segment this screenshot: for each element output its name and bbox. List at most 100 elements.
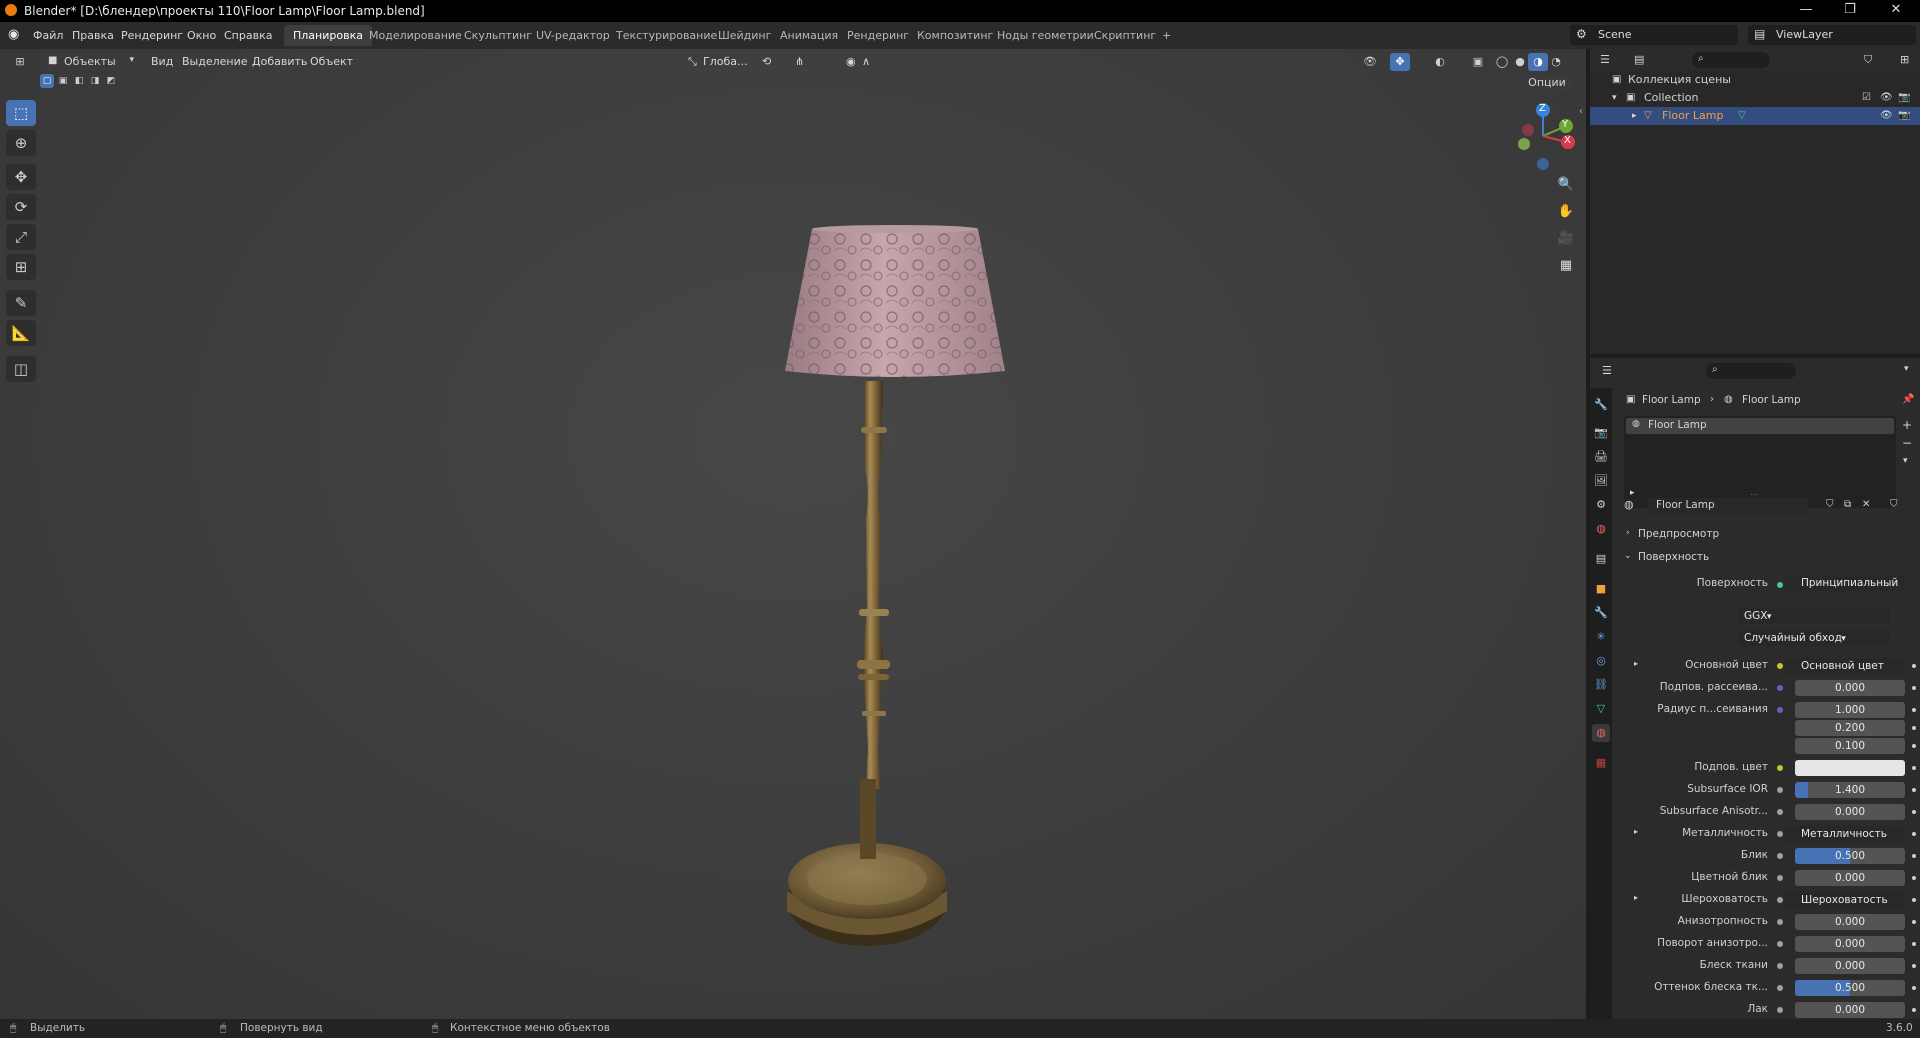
value-slider[interactable]: 0.000 [1795, 914, 1905, 930]
value-slider[interactable]: 0.000 [1795, 1002, 1905, 1018]
unlink-icon[interactable]: ✕ [1862, 499, 1870, 510]
view-layer-selector[interactable]: ViewLayer [1748, 25, 1916, 45]
select-invert-icon[interactable]: ◨ [88, 74, 102, 88]
add-slot-icon[interactable]: + [1902, 418, 1912, 432]
pivot-icon[interactable]: ⟲ [762, 55, 771, 68]
filter-icon[interactable]: ⛉ [1890, 499, 1898, 510]
keyframe-dot-icon[interactable] [1912, 854, 1916, 858]
keyframe-dot-icon[interactable] [1912, 744, 1916, 748]
properties-search[interactable]: ⌕ [1706, 363, 1796, 379]
input-socket-icon[interactable] [1777, 875, 1783, 881]
material-preview-shading-icon[interactable]: ◑ [1528, 53, 1548, 71]
linked-input-field[interactable]: Шероховатость [1785, 892, 1905, 908]
properties-editor-icon[interactable]: ☰ [1602, 364, 1612, 377]
wireframe-shading-icon[interactable]: ◯ [1492, 53, 1512, 71]
fake-user-shield-icon[interactable]: ⛉ [1826, 499, 1834, 510]
eye-icon[interactable]: 👁 [1880, 89, 1893, 107]
solid-shading-icon[interactable]: ● [1510, 53, 1530, 71]
blender-menu-icon[interactable]: ◉ [8, 27, 19, 42]
chevron-down-icon[interactable]: ▾ [1904, 364, 1909, 374]
surface-shader-field[interactable]: Принципиальный BSDF [1785, 575, 1905, 591]
cursor-tool[interactable]: ⊕ [6, 130, 36, 156]
keyframe-dot-icon[interactable] [1912, 898, 1916, 902]
zoom-icon[interactable]: 🔍 [1554, 174, 1578, 196]
view-layer-tab-icon[interactable]: 🖼 [1592, 472, 1610, 490]
input-socket-icon[interactable] [1777, 919, 1783, 925]
input-socket-icon[interactable] [1777, 831, 1783, 837]
outliner-search[interactable]: ⌕ [1692, 52, 1770, 68]
xray-icon[interactable]: ▣ [1468, 53, 1488, 71]
menu-add[interactable]: Добавить [252, 55, 307, 68]
remove-slot-icon[interactable]: − [1902, 436, 1912, 450]
keyframe-dot-icon[interactable] [1912, 942, 1916, 946]
proportional-edit-icon[interactable]: ◉ [846, 55, 856, 68]
chevron-down-icon[interactable]: ▾ [1903, 456, 1908, 466]
new-collection-icon[interactable]: ⊞ [1900, 53, 1909, 66]
transform-tool[interactable]: ⊞ [6, 254, 36, 280]
input-socket-icon[interactable] [1777, 685, 1783, 691]
camera-view-icon[interactable]: 🎥 [1554, 228, 1578, 250]
outliner-editor-icon[interactable]: ☰ [1600, 53, 1610, 66]
value-slider[interactable]: 0.000 [1795, 958, 1905, 974]
keyframe-dot-icon[interactable] [1912, 964, 1916, 968]
input-socket-icon[interactable] [1777, 707, 1783, 713]
physics-tab-icon[interactable]: ◎ [1592, 652, 1610, 670]
output-tab-icon[interactable]: 🖨 [1592, 448, 1610, 466]
color-swatch[interactable] [1795, 760, 1905, 776]
collection-tab-icon[interactable]: ▤ [1592, 550, 1610, 568]
transform-orientation[interactable]: Глоба... [703, 55, 747, 68]
sidebar-toggle-icon[interactable]: ‹ [1579, 106, 1583, 117]
world-tab-icon[interactable]: ◍ [1592, 520, 1610, 538]
material-browse-icon[interactable]: ◍ [1624, 498, 1634, 511]
keyframe-dot-icon[interactable] [1912, 726, 1916, 730]
overlays-icon[interactable]: ◐ [1430, 53, 1450, 71]
input-socket-icon[interactable] [1777, 787, 1783, 793]
scene-tab-icon[interactable]: ⚙ [1592, 496, 1610, 514]
keyframe-dot-icon[interactable] [1912, 920, 1916, 924]
tool-tab-icon[interactable]: 🔧 [1592, 396, 1610, 414]
move-tool[interactable]: ✥ [6, 164, 36, 190]
perspective-grid-icon[interactable]: ▦ [1554, 255, 1578, 277]
menu-edit[interactable]: Правка [72, 29, 114, 42]
options-button[interactable]: Опции [1522, 75, 1572, 91]
mode-selector[interactable]: ■ Объекты ▾ [42, 53, 140, 71]
subsurface-method-dropdown[interactable]: Случайный обход ▾ [1738, 630, 1890, 646]
expand-right-icon[interactable]: › [1626, 528, 1630, 538]
input-socket-icon[interactable] [1777, 809, 1783, 815]
falloff-icon[interactable]: ∧ [862, 55, 870, 68]
value-slider[interactable]: 1.000 [1795, 702, 1905, 718]
modifier-tab-icon[interactable]: 🔧 [1592, 604, 1610, 622]
data-tab-icon[interactable]: ▽ [1592, 700, 1610, 718]
value-slider[interactable]: 0.000 [1795, 870, 1905, 886]
linked-input-field[interactable]: Основной цвет [1785, 658, 1905, 674]
input-socket-icon[interactable] [1777, 1007, 1783, 1013]
input-socket-icon[interactable] [1777, 663, 1783, 669]
rotate-tool[interactable]: ⟳ [6, 194, 36, 220]
annotate-tool[interactable]: ✎ [6, 290, 36, 316]
outliner-row-scene-collection[interactable]: ▣ Коллекция сцены [1590, 71, 1920, 89]
keyframe-dot-icon[interactable] [1912, 832, 1916, 836]
workspace-tab-layout[interactable]: Планировка [284, 25, 372, 46]
input-socket-icon[interactable] [1777, 765, 1783, 771]
restore-button[interactable]: ❐ [1832, 2, 1868, 17]
snap-icon[interactable]: ⋔ [795, 55, 804, 68]
material-name-field[interactable]: Floor Lamp [1648, 498, 1808, 514]
input-socket-icon[interactable] [1777, 985, 1783, 991]
keyframe-dot-icon[interactable] [1912, 876, 1916, 880]
outliner-row-collection[interactable]: ▾ ▣ Collection ☑ 👁 📷 [1590, 89, 1920, 107]
menu-object[interactable]: Объект [310, 55, 353, 68]
scene-selector[interactable]: Scene [1570, 25, 1738, 45]
navigation-gizmo[interactable]: Z Y X [1508, 100, 1578, 172]
pin-icon[interactable]: 📌 [1902, 394, 1914, 405]
menu-render[interactable]: Рендеринг [121, 29, 183, 42]
add-cube-tool[interactable]: ◫ [6, 356, 36, 382]
display-mode-icon[interactable]: ▤ [1634, 53, 1644, 66]
checkbox-icon[interactable]: ☑ [1862, 89, 1871, 107]
menu-select[interactable]: Выделение [182, 55, 248, 68]
keyframe-dot-icon[interactable] [1912, 708, 1916, 712]
select-new-icon[interactable]: ▢ [40, 74, 54, 88]
workspace-tab-uv[interactable]: UV-редактор [527, 25, 619, 46]
close-window-button[interactable]: ✕ [1878, 2, 1914, 17]
keyframe-dot-icon[interactable] [1912, 810, 1916, 814]
filter-icon[interactable]: ⛉ [1864, 53, 1872, 67]
